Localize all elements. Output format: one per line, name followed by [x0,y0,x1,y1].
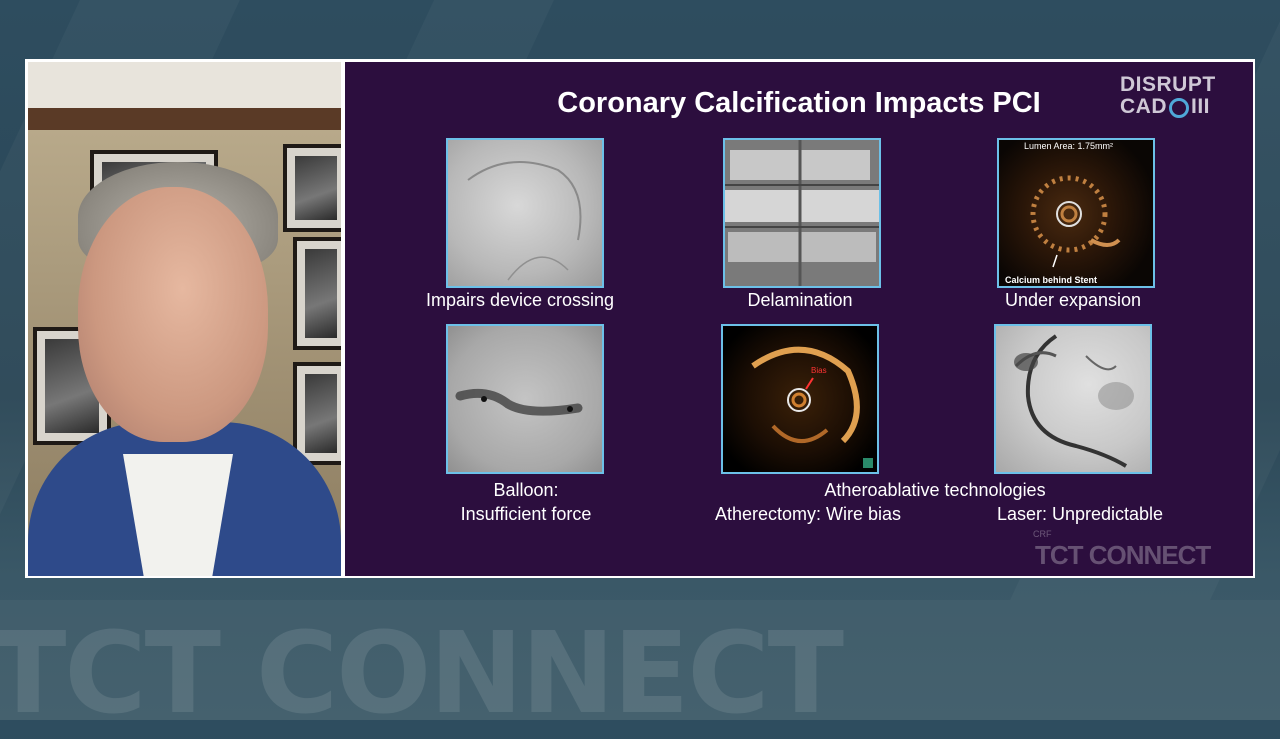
delamination-image [723,138,881,288]
background-watermark: TCT CONNECT [0,609,844,739]
oct-stent-image: Lumen Area: 1.75mm² Calcium behind Stent [997,138,1155,288]
lumen-area-label: Lumen Area: 1.75mm² [1024,141,1114,151]
logo-ring-icon [1169,98,1189,118]
calcium-label: Calcium behind Stent [1005,275,1098,285]
presentation-slide: Coronary Calcification Impacts PCI DISRU… [345,62,1253,576]
disrupt-cad-logo: DISRUPT CAD III [1120,73,1216,118]
slide-title: Coronary Calcification Impacts PCI [557,87,1041,119]
laser-angiogram-image [994,324,1152,474]
caption-device-crossing: Impairs device crossing [425,290,615,310]
wall-photo [293,237,341,350]
tct-connect-watermark: TCT CONNECT [1035,540,1211,570]
speaker-face [78,187,268,442]
caption-balloon: Balloon: Insufficient force [460,480,592,524]
caption-laser: Laser: Unpredictable [996,504,1164,524]
balloon-image [446,324,604,474]
wall-photo [283,144,341,232]
oct-atherectomy-image: Bias [721,324,879,474]
bias-label: Bias [811,366,827,375]
caption-delamination: Delamination [747,290,853,310]
speaker-video [28,62,341,576]
caption-under-expansion: Under expansion [1004,290,1142,310]
crf-watermark: CRF [1033,529,1052,539]
wall-photo [293,362,341,465]
caption-atheroablative: Atheroablative technologies [824,480,1046,500]
angiogram-image [446,138,604,288]
caption-atherectomy: Atherectomy: Wire bias [714,504,902,524]
